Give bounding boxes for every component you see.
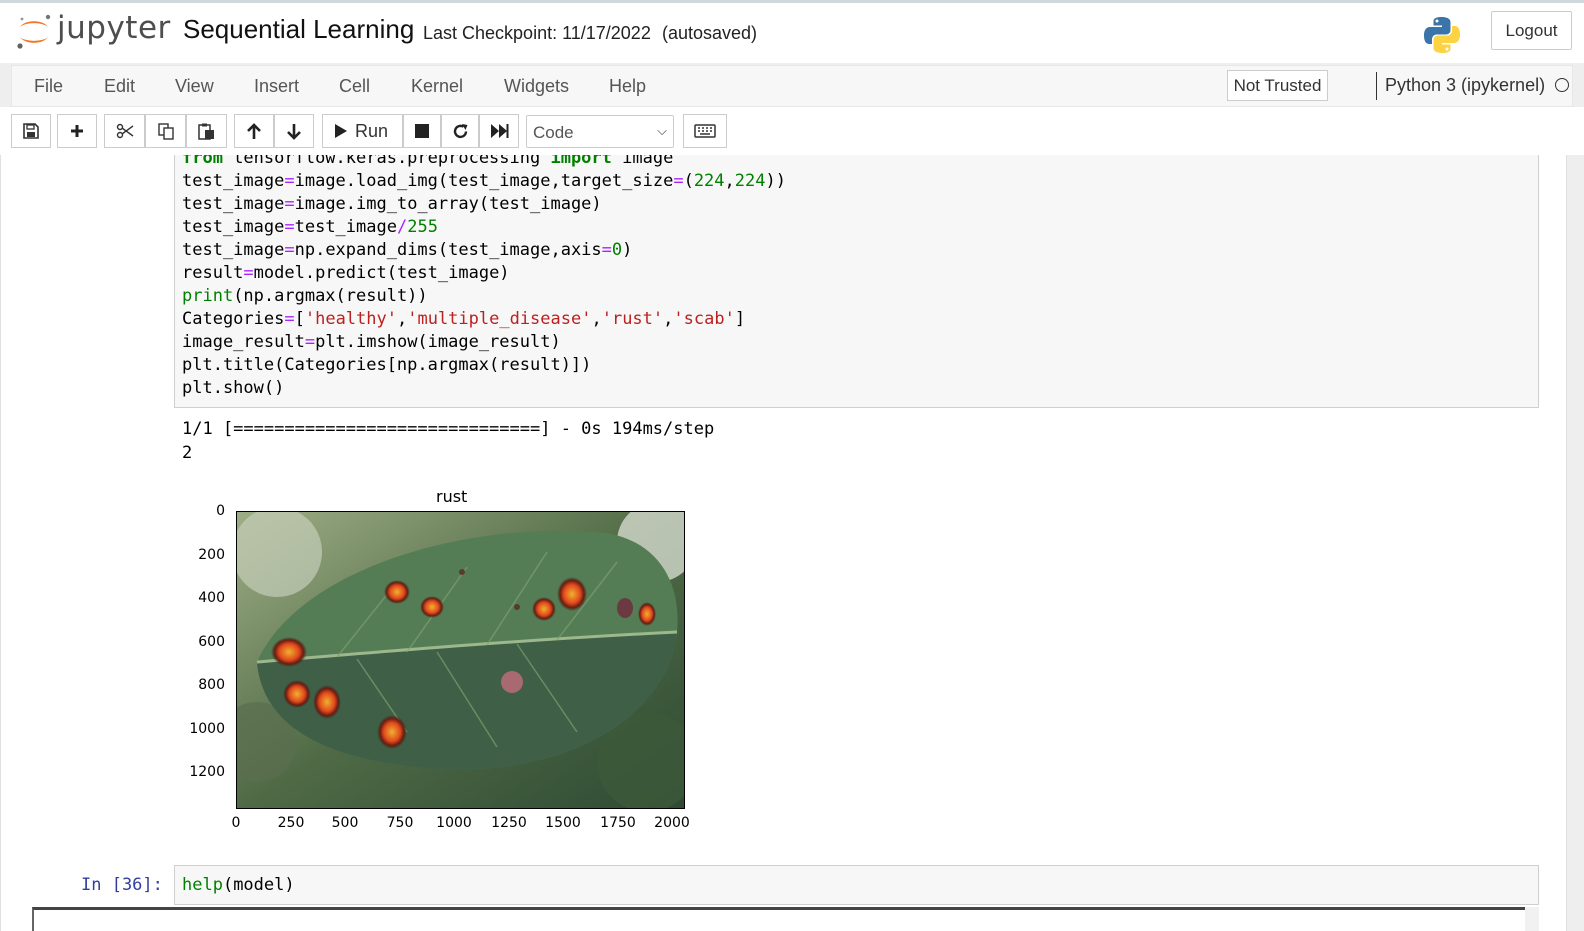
menu-edit[interactable]: Edit <box>104 76 135 97</box>
x-tick-label: 2000 <box>654 815 690 831</box>
logout-button[interactable]: Logout <box>1491 11 1572 50</box>
jupyter-logo-text[interactable]: jupyter <box>57 10 171 46</box>
menu-view[interactable]: View <box>175 76 214 97</box>
y-tick-label: 600 <box>198 634 225 650</box>
code-line: from tensorflow.keras.preprocessing impo… <box>182 155 674 168</box>
restart-kernel-button[interactable] <box>441 114 479 148</box>
insert-cell-button[interactable] <box>57 114 97 148</box>
arrow-up-icon <box>247 122 261 139</box>
arrow-down-icon <box>287 123 301 140</box>
output-plot: rust 0 200 400 600 800 1000 1200 0 250 5… <box>181 485 701 845</box>
cut-button[interactable] <box>104 114 145 148</box>
header: jupyter Sequential Learning Last Checkpo… <box>0 3 1584 63</box>
output-result-line: 2 <box>182 443 193 463</box>
fast-forward-icon <box>490 124 508 138</box>
menu-widgets[interactable]: Widgets <box>504 76 569 97</box>
python-logo-icon <box>1424 17 1460 53</box>
code-cell-input[interactable]: from tensorflow.keras.preprocessing impo… <box>174 155 1539 408</box>
y-tick-label: 0 <box>216 503 225 519</box>
y-tick-label: 1000 <box>189 721 225 737</box>
x-tick-label: 0 <box>231 815 241 831</box>
keyboard-icon <box>694 124 716 138</box>
plus-icon <box>71 125 83 137</box>
notebook-title[interactable]: Sequential Learning <box>183 14 414 45</box>
run-label: Run <box>355 120 389 141</box>
menu-bar: File Edit View Insert Cell Kernel Widget… <box>11 65 1573 107</box>
menu-help[interactable]: Help <box>609 76 646 97</box>
output-progress-line: 1/1 [==============================] - 0… <box>182 419 715 439</box>
code-cell-input-2[interactable]: help(model) <box>174 865 1539 905</box>
copy-button[interactable] <box>145 114 186 148</box>
x-tick-label: 750 <box>386 815 414 831</box>
x-tick-label: 1250 <box>491 815 527 831</box>
kernel-idle-indicator-icon <box>1555 78 1569 92</box>
y-tick-label: 200 <box>198 547 225 563</box>
menu-insert[interactable]: Insert <box>254 76 299 97</box>
x-tick-label: 1000 <box>436 815 472 831</box>
menu-kernel[interactable]: Kernel <box>411 76 463 97</box>
x-tick-label: 1500 <box>545 815 581 831</box>
cell-type-select[interactable]: Code ⌵ <box>526 115 674 148</box>
leaf-rust-image <box>237 512 684 808</box>
code-line: help(model) <box>182 875 295 895</box>
paste-button[interactable] <box>186 114 227 148</box>
menu-file[interactable]: File <box>34 76 63 97</box>
last-checkpoint: Last Checkpoint: 11/17/2022 <box>423 23 651 43</box>
code-line: plt.show() <box>182 378 285 398</box>
notebook-page: from tensorflow.keras.preprocessing impo… <box>0 155 1567 931</box>
save-icon <box>23 123 39 139</box>
stop-icon <box>415 124 429 138</box>
code-line: plt.title(Categories[np.argmax(result)]) <box>182 355 592 375</box>
code-line: test_image=image.img_to_array(test_image… <box>182 194 602 214</box>
x-tick-label: 250 <box>277 815 305 831</box>
code-line: test_image=np.expand_dims(test_image,axi… <box>182 240 633 260</box>
x-tick-label: 1750 <box>600 815 636 831</box>
x-tick-label: 500 <box>331 815 359 831</box>
output-scrollbar[interactable] <box>1525 907 1539 931</box>
notebook-container: from tensorflow.keras.preprocessing impo… <box>0 155 1584 931</box>
command-palette-button[interactable] <box>683 114 727 148</box>
kernel-separator <box>1376 72 1377 100</box>
interrupt-kernel-button[interactable] <box>403 114 441 148</box>
kernel-name[interactable]: Python 3 (ipykernel) <box>1385 75 1545 96</box>
save-button[interactable] <box>11 114 51 148</box>
restart-run-all-button[interactable] <box>479 114 519 148</box>
code-line: test_image=image.load_img(test_image,tar… <box>182 171 786 191</box>
move-up-button[interactable] <box>234 114 274 148</box>
restart-icon <box>453 123 467 138</box>
code-line: image_result=plt.imshow(image_result) <box>182 332 561 352</box>
y-tick-label: 1200 <box>189 764 225 780</box>
not-trusted-button[interactable]: Not Trusted <box>1227 70 1328 101</box>
run-button[interactable]: Run <box>322 114 403 148</box>
plot-title: rust <box>436 487 468 506</box>
paste-icon <box>198 123 214 140</box>
cell-type-value: Code <box>533 123 574 142</box>
copy-icon <box>157 122 174 140</box>
code-line: print(np.argmax(result)) <box>182 286 428 306</box>
code-line: test_image=test_image/255 <box>182 217 438 237</box>
page-scroll-gutter <box>1567 155 1584 931</box>
scissors-icon <box>116 123 133 139</box>
cell-prompt: In [36]: <box>81 875 163 895</box>
menu-cell[interactable]: Cell <box>339 76 370 97</box>
autosave-status: (autosaved) <box>662 23 758 43</box>
leaf-image <box>236 511 685 809</box>
play-icon <box>335 124 347 138</box>
help-output-area <box>32 907 1539 931</box>
chevron-down-icon: ⌵ <box>657 123 667 138</box>
jupyter-logo-icon[interactable] <box>14 11 54 51</box>
toolbar: Run Code ⌵ <box>0 107 1584 155</box>
y-tick-label: 400 <box>198 590 225 606</box>
code-line: result=model.predict(test_image) <box>182 263 510 283</box>
code-line: Categories=['healthy','multiple_disease'… <box>182 309 746 329</box>
y-tick-label: 800 <box>198 677 225 693</box>
move-down-button[interactable] <box>274 114 314 148</box>
